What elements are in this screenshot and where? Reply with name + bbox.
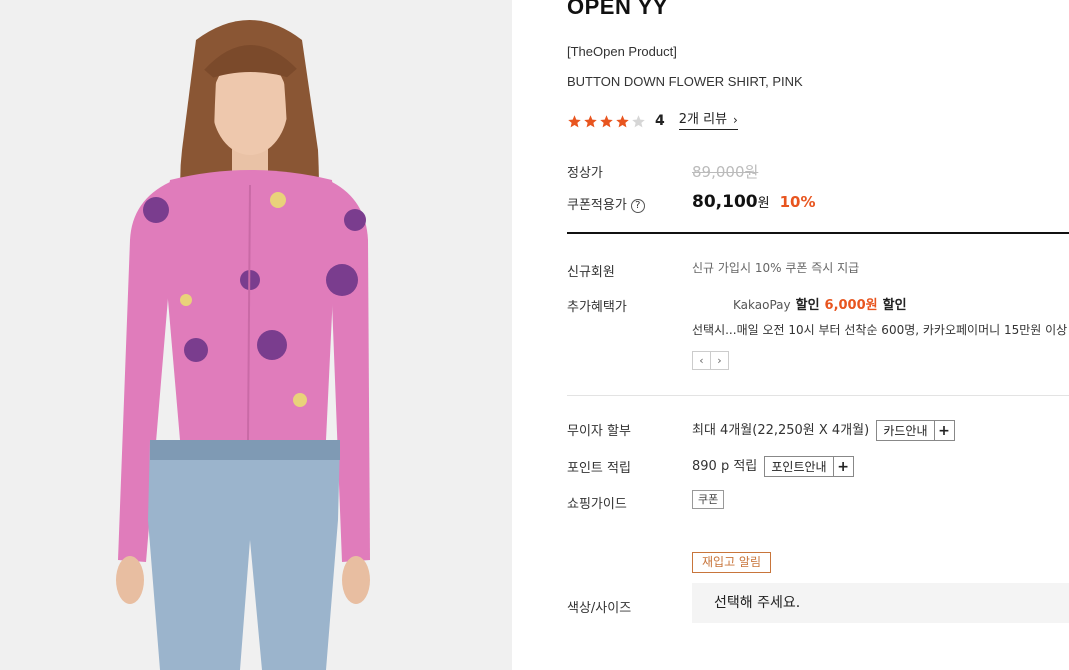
star-filled-icon bbox=[584, 114, 597, 127]
point-info-button[interactable]: 포인트안내 + bbox=[764, 456, 854, 477]
regular-price: 89,000원 bbox=[692, 161, 758, 182]
shopping-guide-label: 쇼핑가이드 bbox=[567, 497, 627, 512]
plus-icon: + bbox=[832, 457, 853, 476]
new-member-text: 신규 가입시 10% 쿠폰 즉시 지급 bbox=[692, 261, 860, 275]
kakaopay-word2: 할인 bbox=[882, 298, 907, 313]
points-text: 890 p 적립 bbox=[692, 459, 758, 474]
option-label: 색상/사이즈 bbox=[567, 601, 632, 616]
next-arrow-icon[interactable]: › bbox=[710, 351, 729, 370]
rating-score: 4 bbox=[655, 113, 665, 129]
kakaopay-amount: 6,000원 bbox=[824, 298, 878, 313]
coupon-price-unit: 원 bbox=[757, 196, 770, 211]
coupon-price: 80,100 원 10% bbox=[692, 192, 815, 212]
product-category: [TheOpen Product] bbox=[567, 44, 677, 59]
divider bbox=[567, 232, 1069, 234]
coupon-price-label: 쿠폰적용가 bbox=[567, 198, 627, 213]
kakaopay-brand: KakaoPay bbox=[733, 298, 791, 312]
product-image bbox=[0, 0, 512, 670]
star-empty-icon bbox=[632, 114, 645, 127]
kakaopay-word1: 할인 bbox=[795, 298, 820, 313]
star-filled-icon bbox=[600, 114, 613, 127]
point-info-label: 포인트안내 bbox=[771, 460, 827, 474]
chevron-right-icon: › bbox=[733, 113, 738, 127]
coupon-price-value: 80,100 bbox=[692, 192, 758, 212]
brand-name[interactable]: OPEN YY bbox=[567, 0, 668, 20]
card-info-button[interactable]: 카드안내 + bbox=[876, 420, 955, 441]
review-count-label: 2개 리뷰 bbox=[678, 112, 728, 127]
star-filled-icon bbox=[568, 114, 581, 127]
help-icon[interactable]: ? bbox=[630, 198, 645, 213]
points-row: 890 p 적립 포인트안내 + bbox=[692, 455, 854, 477]
review-count-link[interactable]: 2개 리뷰 › bbox=[678, 112, 738, 130]
model-photo bbox=[0, 0, 512, 670]
installment-row: 최대 4개월(22,250원 X 4개월) 카드안내 + bbox=[692, 419, 955, 441]
installment-label: 무이자 할부 bbox=[567, 424, 631, 439]
coupon-price-label-wrap: 쿠폰적용가? bbox=[567, 194, 645, 213]
extra-benefit-label: 추가혜택가 bbox=[567, 300, 627, 315]
prev-arrow-icon[interactable]: ‹ bbox=[692, 351, 711, 370]
product-info-panel: OPEN YY [TheOpen Product] BUTTON DOWN FL… bbox=[567, 0, 1069, 670]
discount-rate: 10% bbox=[779, 193, 816, 211]
restock-alert-button[interactable]: 재입고 알림 bbox=[692, 552, 772, 573]
benefit-pager: ‹ › bbox=[692, 351, 729, 370]
regular-price-value: 89,000 bbox=[692, 163, 745, 181]
kakaopay-notice: 선택시...매일 오전 10시 부터 선착순 600명, 카카오페이머니 15만… bbox=[692, 323, 1069, 337]
option-select[interactable]: 선택해 주세요. bbox=[692, 583, 1069, 623]
card-info-label: 카드안내 bbox=[883, 424, 928, 438]
product-name: BUTTON DOWN FLOWER SHIRT, PINK bbox=[567, 74, 803, 89]
rating-row: 4 2개 리뷰 › bbox=[567, 111, 738, 131]
rating-stars bbox=[567, 114, 646, 129]
divider bbox=[567, 395, 1069, 396]
plus-icon: + bbox=[933, 421, 954, 440]
points-label: 포인트 적립 bbox=[567, 461, 631, 476]
new-member-label: 신규회원 bbox=[567, 265, 615, 280]
regular-price-unit: 원 bbox=[744, 163, 759, 181]
regular-price-label: 정상가 bbox=[567, 166, 603, 181]
kakaopay-benefit: KakaoPay 할인 6,000원 할인 bbox=[733, 294, 907, 313]
installment-text: 최대 4개월(22,250원 X 4개월) bbox=[692, 423, 870, 438]
star-filled-icon bbox=[616, 114, 629, 127]
coupon-tag[interactable]: 쿠폰 bbox=[692, 490, 725, 509]
